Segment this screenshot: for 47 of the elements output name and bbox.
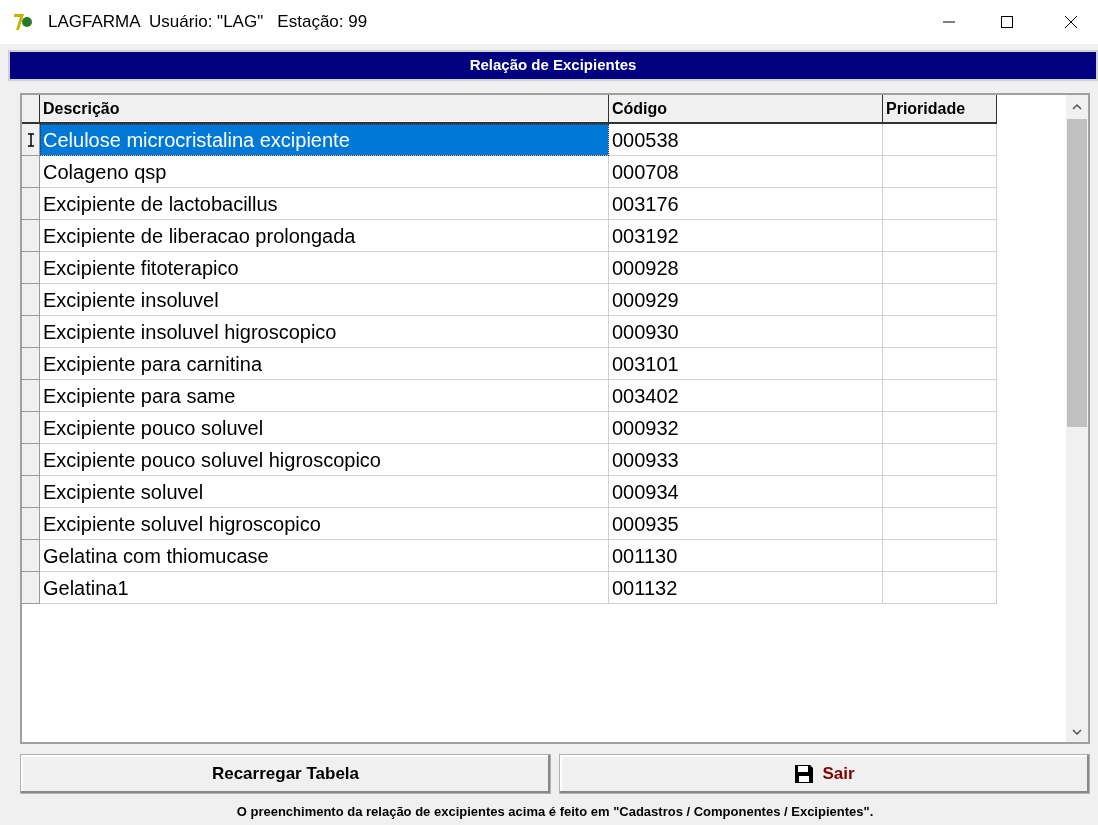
column-header[interactable]: Prioridade bbox=[883, 95, 997, 124]
table-cell: Excipiente insoluvel bbox=[40, 284, 609, 316]
table-cell: Gelatina1 bbox=[40, 572, 609, 604]
close-icon[interactable] bbox=[1064, 15, 1078, 29]
table-cell: 000538 bbox=[609, 124, 883, 156]
table-cell: 000928 bbox=[609, 252, 883, 284]
table-cell: Excipiente para carnitina bbox=[40, 348, 609, 380]
reload-button[interactable]: Recarregar Tabela bbox=[20, 754, 551, 794]
app-logo-icon bbox=[12, 12, 34, 32]
table-cell: 000934 bbox=[609, 476, 883, 508]
scrollbar-thumb[interactable] bbox=[1067, 119, 1087, 427]
table-cell: 000935 bbox=[609, 508, 883, 540]
table-cell: Excipiente fitoterapico bbox=[40, 252, 609, 284]
table-cell: Excipiente para same bbox=[40, 380, 609, 412]
table-cell: 000930 bbox=[609, 316, 883, 348]
table-cell: 001130 bbox=[609, 540, 883, 572]
row-indicator[interactable] bbox=[22, 124, 40, 156]
table-cell: 003101 bbox=[609, 348, 883, 380]
table-cell: Colageno qsp bbox=[40, 156, 609, 188]
table-cell: 003402 bbox=[609, 380, 883, 412]
column-header[interactable]: Código bbox=[609, 95, 883, 124]
table-cell: Excipiente pouco soluvel higroscopico bbox=[40, 444, 609, 476]
table-cell: Excipiente insoluvel higroscopico bbox=[40, 316, 609, 348]
table-cell: 000929 bbox=[609, 284, 883, 316]
maximize-icon[interactable] bbox=[1000, 15, 1014, 29]
panel-title: Relação de Excipientes bbox=[8, 50, 1098, 81]
table-cell: 003176 bbox=[609, 188, 883, 220]
table-cell: 000932 bbox=[609, 412, 883, 444]
table-cell: Excipiente pouco soluvel bbox=[40, 412, 609, 444]
table-cell: 000708 bbox=[609, 156, 883, 188]
exit-button[interactable]: Sair bbox=[559, 754, 1090, 794]
table-cell: 001132 bbox=[609, 572, 883, 604]
scrollbar[interactable] bbox=[1066, 95, 1088, 742]
column-header[interactable]: Descrição bbox=[40, 95, 609, 124]
table-cell: 000933 bbox=[609, 444, 883, 476]
window-title: LAGFARMA Usuário: "LAG" Estação: 99 bbox=[48, 11, 368, 34]
table-cell: Excipiente de lactobacillus bbox=[40, 188, 609, 220]
table-cell: Excipiente de liberacao prolongada bbox=[40, 220, 609, 252]
table-cell: 003192 bbox=[609, 220, 883, 252]
scroll-down-icon[interactable] bbox=[1072, 728, 1082, 736]
header-corner bbox=[22, 95, 40, 124]
table-cell: Celulose microcristalina excipiente bbox=[40, 124, 609, 156]
table-cell: Excipiente soluvel bbox=[40, 476, 609, 508]
footer-note: O preenchimento da relação de excipientes acima é feito em "Cadastros / Componentes / Excipientes". bbox=[235, 803, 875, 821]
table-cell: Excipiente soluvel higroscopico bbox=[40, 508, 609, 540]
table-cell: Gelatina com thiomucase bbox=[40, 540, 609, 572]
scroll-up-icon[interactable] bbox=[1072, 103, 1082, 111]
